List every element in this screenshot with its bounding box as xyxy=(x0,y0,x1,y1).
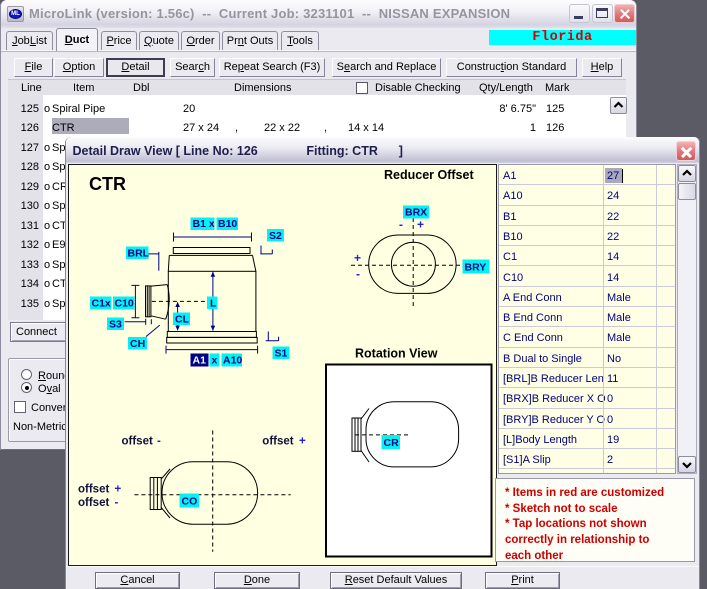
svg-text:offset: offset xyxy=(78,484,109,496)
svg-text:BRX: BRX xyxy=(405,207,427,219)
svg-text:B1 x: B1 x xyxy=(193,218,215,230)
svg-text:offset: offset xyxy=(122,436,153,448)
svg-text:S1: S1 xyxy=(275,348,288,360)
svg-text:CH: CH xyxy=(130,338,145,350)
svg-text:-: - xyxy=(115,497,119,509)
svg-text:CL: CL xyxy=(175,314,190,326)
svg-text:offset: offset xyxy=(78,497,109,509)
svg-text:L: L xyxy=(210,298,217,310)
svg-text:BRL: BRL xyxy=(128,248,150,260)
svg-text:+: + xyxy=(417,218,424,232)
svg-text:offset: offset xyxy=(262,436,293,448)
svg-text:-: - xyxy=(399,218,403,232)
svg-text:CO: CO xyxy=(182,496,198,508)
svg-text:S2: S2 xyxy=(269,230,282,242)
svg-text:BRY: BRY xyxy=(465,262,487,274)
svg-text:Reducer Offset: Reducer Offset xyxy=(384,168,474,182)
svg-text:Rotation View: Rotation View xyxy=(355,347,438,361)
svg-text:-: - xyxy=(356,267,360,281)
svg-text:CR: CR xyxy=(384,437,400,449)
svg-text:+: + xyxy=(354,251,361,265)
svg-text:S3: S3 xyxy=(109,319,122,331)
svg-text:C1x: C1x xyxy=(92,298,111,310)
svg-text:+: + xyxy=(299,436,306,448)
svg-text:A1: A1 xyxy=(193,355,207,367)
svg-text:CTR: CTR xyxy=(89,174,126,194)
svg-text:A10: A10 xyxy=(223,355,242,367)
svg-text:B10: B10 xyxy=(218,218,237,230)
svg-text:C10: C10 xyxy=(115,298,134,310)
svg-text:+: + xyxy=(115,484,122,496)
svg-text:-: - xyxy=(157,436,161,448)
svg-text:x: x xyxy=(212,355,218,367)
